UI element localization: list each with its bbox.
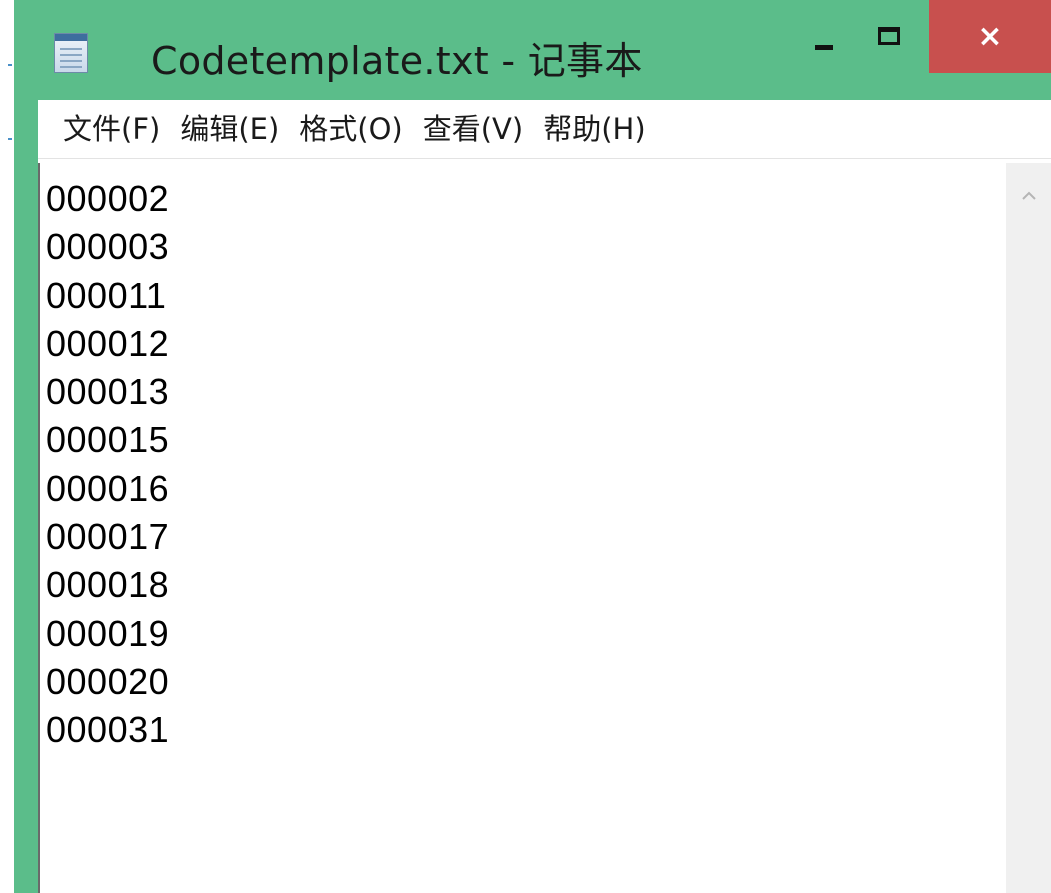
text-line: 000017 (46, 516, 170, 558)
text-line: 000012 (46, 322, 170, 364)
text-line: 000002 (46, 178, 170, 219)
text-line: 000013 (46, 371, 170, 413)
minimize-button[interactable] (794, 0, 854, 72)
text-editor[interactable]: 000002 000003 000011 000012 000013 00001… (38, 163, 1006, 893)
edge-mark (8, 64, 12, 66)
text-line: 000019 (46, 612, 170, 654)
desktop-edge (0, 0, 14, 893)
menu-format[interactable]: 格式(O) (289, 100, 412, 158)
title-bar[interactable]: Codetemplate.txt - 记事本 × (14, 0, 1051, 100)
vertical-scrollbar[interactable] (1006, 163, 1051, 893)
text-line: 000003 (46, 226, 170, 268)
text-line: 000018 (46, 564, 170, 606)
text-line: 000015 (46, 419, 170, 461)
close-button[interactable]: × (929, 0, 1051, 73)
text-line: 000016 (46, 467, 170, 509)
edge-mark (8, 138, 12, 140)
text-line: 000031 (46, 709, 170, 751)
window-title: Codetemplate.txt - 记事本 (151, 39, 643, 83)
close-icon: × (977, 19, 1003, 54)
chevron-up-icon (1021, 191, 1036, 200)
menu-edit[interactable]: 编辑(E) (170, 100, 289, 158)
maximize-button[interactable] (859, 0, 919, 72)
scroll-up-button[interactable] (1006, 181, 1051, 211)
menu-view[interactable]: 查看(V) (413, 100, 533, 158)
notepad-icon[interactable] (54, 33, 88, 73)
maximize-icon (878, 27, 900, 45)
minimize-icon (815, 44, 833, 50)
notepad-window: Codetemplate.txt - 记事本 × 文件(F) 编辑(E) 格式(… (14, 0, 1051, 893)
menu-bar: 文件(F) 编辑(E) 格式(O) 查看(V) 帮助(H) (38, 100, 1051, 159)
menu-file[interactable]: 文件(F) (53, 100, 170, 158)
text-line: 000020 (46, 660, 170, 702)
client-area: 文件(F) 编辑(E) 格式(O) 查看(V) 帮助(H) 000002 000… (38, 100, 1051, 893)
text-line: 000011 (46, 274, 167, 316)
editor-content: 000002 000003 000011 000012 000013 00001… (40, 175, 169, 755)
menu-help[interactable]: 帮助(H) (533, 100, 655, 158)
